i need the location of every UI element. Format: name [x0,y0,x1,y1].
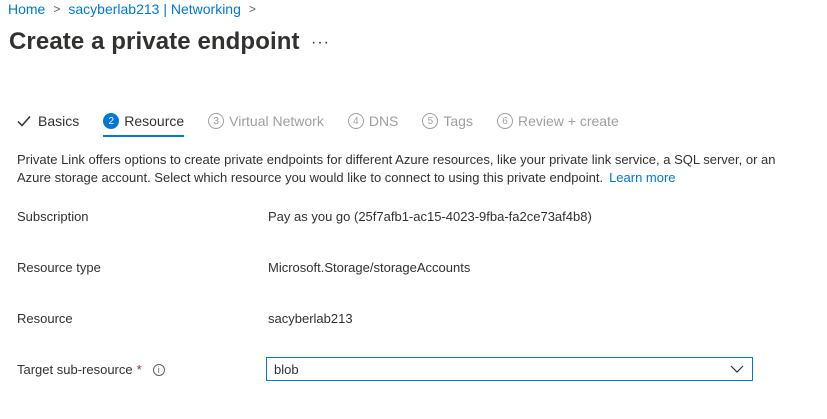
target-sub-resource-label-text: Target sub-resource [17,362,133,377]
resource-type-label: Resource type [17,260,101,275]
target-sub-resource-label: Target sub-resource * i [17,362,165,377]
tab-label: Virtual Network [229,113,324,129]
tab-virtual-network[interactable]: 3 Virtual Network [208,108,324,134]
more-options-button[interactable]: ··· [311,34,330,52]
tab-review-create[interactable]: 6 Review + create [496,108,619,134]
tab-label: DNS [368,113,399,129]
chevron-down-icon [730,365,744,373]
tab-dns[interactable]: 4 DNS [347,108,399,134]
step-number-icon: 5 [422,113,439,129]
resource-type-value: Microsoft.Storage/storageAccounts [268,260,471,275]
breadcrumb-home-link[interactable]: Home [8,1,45,17]
resource-value: sacyberlab213 [268,311,353,326]
tab-label: Resource [124,113,185,129]
learn-more-link[interactable]: Learn more [609,170,675,185]
target-sub-resource-dropdown[interactable]: blob [266,357,753,381]
chevron-right-icon: > [53,2,61,16]
tab-label: Review + create [517,113,619,129]
subscription-value: Pay as you go (25f7afb1-ac15-4023-9fba-f… [268,209,592,224]
page-title: Create a private endpoint [9,28,300,55]
step-number-icon: 3 [208,113,225,129]
tab-resource[interactable]: 2 Resource [103,108,185,137]
resource-label: Resource [17,311,73,326]
description: Private Link offers options to create pr… [17,151,807,187]
wizard-tabs: Basics 2 Resource 3 Virtual Network 4 DN… [16,108,643,137]
tab-basics[interactable]: Basics [16,108,79,134]
subscription-label: Subscription [17,209,89,224]
required-marker: * [136,362,142,377]
tab-label: Basics [38,113,80,129]
tab-tags[interactable]: 5 Tags [422,108,473,134]
info-icon[interactable]: i [152,363,165,376]
step-number-icon: 6 [496,113,513,129]
breadcrumb: Home > sacyberlab213 | Networking > [8,0,264,18]
tab-label: Tags [443,113,473,129]
step-number-icon: 2 [103,113,120,129]
step-number-icon: 4 [347,113,364,129]
chevron-right-icon: > [248,2,256,16]
checkmark-icon [17,116,31,127]
breadcrumb-networking-link[interactable]: sacyberlab213 | Networking [68,1,241,17]
dropdown-selected-value: blob [274,361,299,377]
